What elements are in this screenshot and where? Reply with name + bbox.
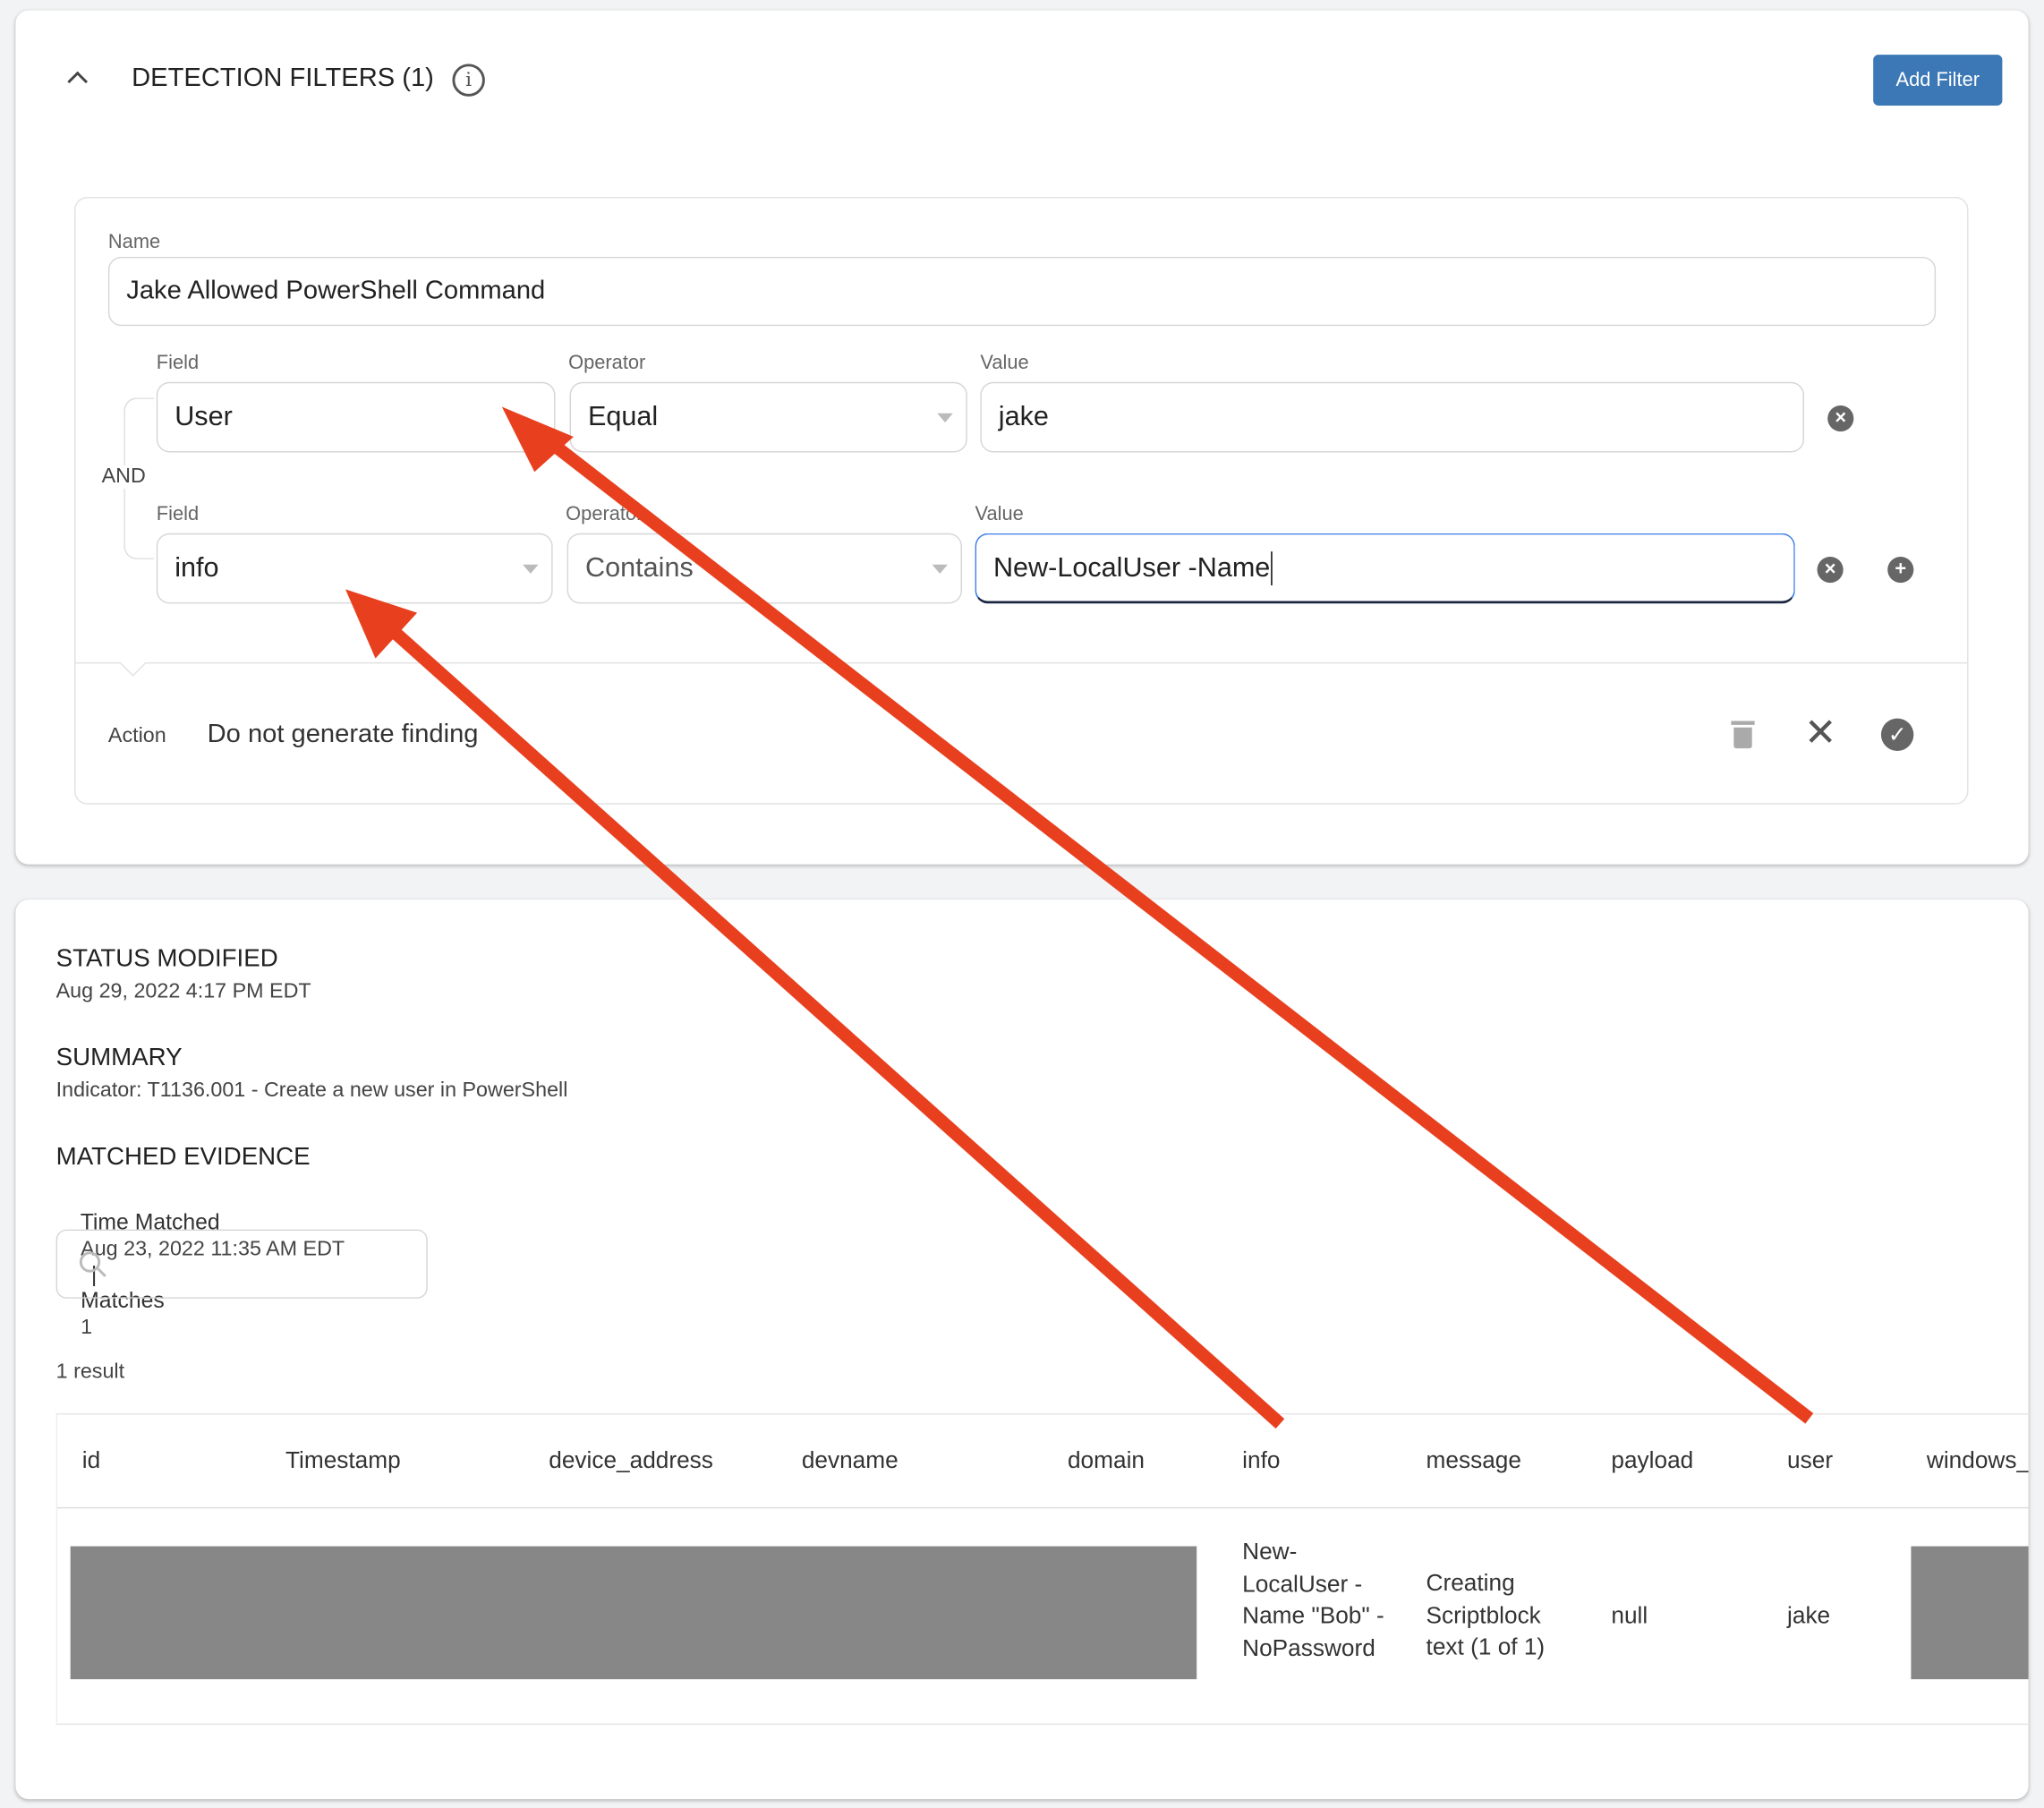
arrow-user-head (501, 406, 574, 473)
arrow-info-line (379, 618, 1285, 1429)
annotation-arrows (345, 406, 1814, 1429)
